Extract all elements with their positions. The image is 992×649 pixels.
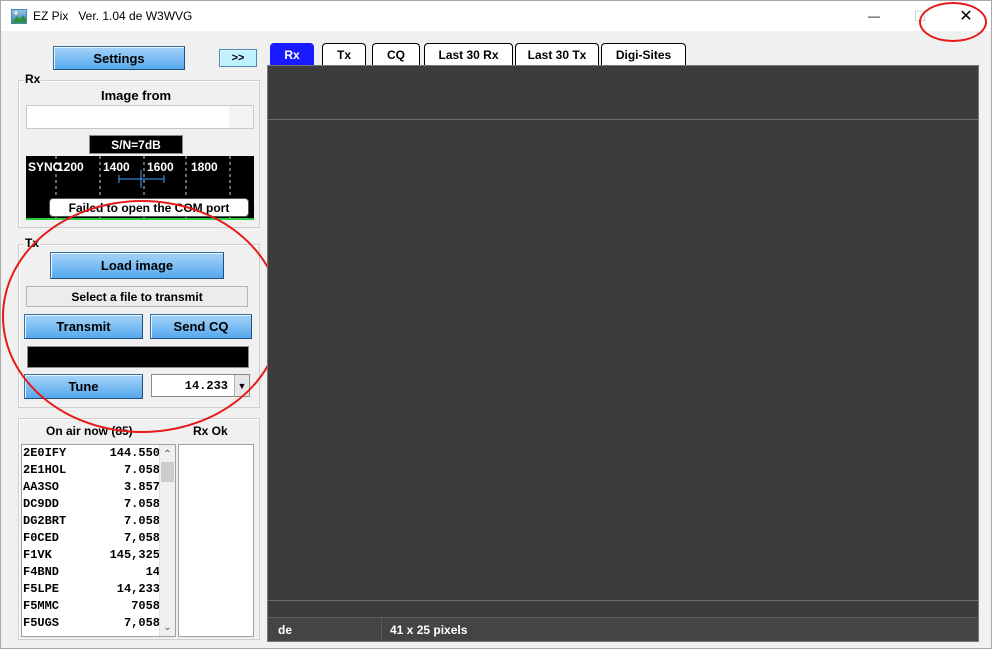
file-status: Select a file to transmit xyxy=(26,286,248,307)
expand-button[interactable]: >> xyxy=(219,49,257,67)
waterfall-tick-1600: 1600 xyxy=(147,160,174,174)
station-call: 2E1HOL xyxy=(23,463,67,477)
received-image-area xyxy=(268,119,978,601)
tab-rx[interactable]: Rx xyxy=(270,43,314,65)
maximize-button[interactable]: ☐ xyxy=(897,1,943,31)
status-divider xyxy=(381,618,382,642)
image-display: de 41 x 25 pixels xyxy=(267,65,979,642)
list-item[interactable]: 2E1HOL 7.058 xyxy=(23,462,160,479)
station-freq: 7,058 xyxy=(123,531,160,545)
onair-header: On air now (85) xyxy=(46,424,133,438)
station-freq: 14,233 xyxy=(116,582,160,596)
chevron-down-icon[interactable]: ⌄ xyxy=(160,620,175,634)
minimize-button[interactable]: — xyxy=(851,1,897,31)
app-window: EZ Pix Ver. 1.04 de W3WVG — ☐ ✕ Settings… xyxy=(0,0,992,649)
station-freq: 3.857 xyxy=(123,480,160,494)
tx-group-label: Tx xyxy=(24,236,41,250)
station-call: 2E0IFY xyxy=(23,446,67,460)
tx-progress-bar xyxy=(27,346,249,368)
transmit-button[interactable]: Transmit xyxy=(24,314,143,339)
com-port-error: Failed to open the COM port xyxy=(49,198,249,217)
station-freq: 14 xyxy=(145,565,160,579)
station-call: F1VK xyxy=(23,548,52,562)
close-icon: ✕ xyxy=(959,8,973,25)
list-item[interactable]: F4BND 14 xyxy=(23,564,160,581)
station-call: F4BND xyxy=(23,565,60,579)
waterfall-tick-1200: 1200 xyxy=(57,160,84,174)
load-image-button[interactable]: Load image xyxy=(50,252,224,279)
maximize-icon: ☐ xyxy=(913,7,927,24)
list-item[interactable]: F1VK 145,325 xyxy=(23,547,160,564)
tune-button[interactable]: Tune xyxy=(24,374,143,399)
rx-group-label: Rx xyxy=(24,72,42,86)
rx-ok-header: Rx Ok xyxy=(193,424,228,438)
station-call: F5UGS xyxy=(23,616,60,630)
list-item[interactable]: 2E0IFY 144.550 xyxy=(23,445,160,462)
tab-tx[interactable]: Tx xyxy=(322,43,366,65)
rx-ok-list[interactable] xyxy=(178,444,254,637)
onair-scrollbar[interactable]: ⌃ ⌄ xyxy=(159,445,175,636)
list-item[interactable]: AA3SO 3.857 xyxy=(23,479,160,496)
close-button[interactable]: ✕ xyxy=(943,1,989,31)
station-call: F5MMC xyxy=(23,599,60,613)
status-image-size: 41 x 25 pixels xyxy=(390,623,468,637)
window-title: EZ Pix Ver. 1.04 de W3WVG xyxy=(33,9,193,23)
station-call: DG2BRT xyxy=(23,514,67,528)
frequency-select[interactable]: 14.233 ▼ xyxy=(151,374,250,397)
station-freq: 7.058 xyxy=(123,497,160,511)
list-item[interactable]: DG2BRT 7.058 xyxy=(23,513,160,530)
list-item[interactable]: F0CED 7,058 xyxy=(23,530,160,547)
snr-readout: S/N=7dB xyxy=(89,135,183,154)
settings-button[interactable]: Settings xyxy=(53,46,185,70)
station-freq: 7058 xyxy=(131,599,160,613)
list-item[interactable]: F5UGS 7,058 xyxy=(23,615,160,632)
app-icon xyxy=(11,9,27,24)
station-call: F5LPE xyxy=(23,582,60,596)
image-from-field xyxy=(26,105,254,129)
scrollbar-thumb[interactable] xyxy=(161,462,174,482)
status-bar: de 41 x 25 pixels xyxy=(268,617,978,642)
image-from-label: Image from xyxy=(101,88,172,103)
waterfall-tick-1400: 1400 xyxy=(103,160,130,174)
list-item[interactable]: DC9DD 7.058 xyxy=(23,496,160,513)
onair-list[interactable]: 2E0IFY 144.550 2E1HOL 7.058 AA3SO 3.857 DC9… xyxy=(21,444,176,637)
tab-cq[interactable]: CQ xyxy=(372,43,420,65)
frequency-value: 14.233 xyxy=(184,378,228,393)
list-item[interactable]: F5MMC 7058 xyxy=(23,598,160,615)
tab-digi-sites[interactable]: Digi-Sites xyxy=(601,43,686,65)
tab-last-30-rx[interactable]: Last 30 Rx xyxy=(424,43,513,65)
station-call: AA3SO xyxy=(23,480,60,494)
station-freq: 7.058 xyxy=(123,463,160,477)
minimize-icon: — xyxy=(868,9,880,23)
station-freq: 144.550 xyxy=(109,446,160,460)
station-freq: 145,325 xyxy=(109,548,160,562)
list-item[interactable]: F5LPE 14,233 xyxy=(23,581,160,598)
waterfall-tick-1800: 1800 xyxy=(191,160,218,174)
station-freq: 7,058 xyxy=(123,616,160,630)
tab-last-30-tx[interactable]: Last 30 Tx xyxy=(515,43,599,65)
chevron-up-icon[interactable]: ⌃ xyxy=(160,447,175,461)
send-cq-button[interactable]: Send CQ xyxy=(150,314,252,339)
station-freq: 7.058 xyxy=(123,514,160,528)
station-call: F0CED xyxy=(23,531,60,545)
title-bar: EZ Pix Ver. 1.04 de W3WVG — ☐ ✕ xyxy=(1,1,991,31)
status-from: de xyxy=(278,623,293,637)
chevron-down-icon[interactable]: ▼ xyxy=(234,375,249,396)
station-call: DC9DD xyxy=(23,497,60,511)
